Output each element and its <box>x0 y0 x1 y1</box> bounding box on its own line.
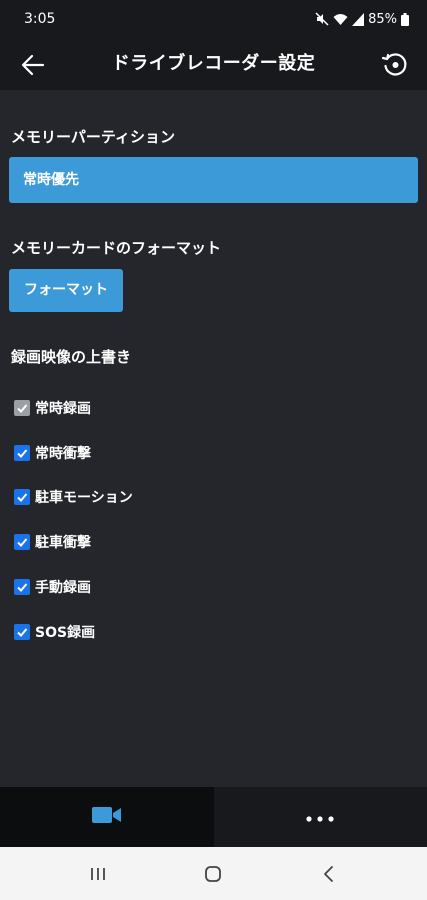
battery-icon <box>401 12 409 26</box>
overwrite-option-sos[interactable]: SOS録画 <box>14 622 95 642</box>
app-bar: ドライブレコーダー設定 <box>0 38 427 90</box>
overwrite-option-continuous[interactable]: 常時録画 <box>14 398 91 418</box>
checkbox-checked-icon[interactable] <box>14 445 30 461</box>
memory-partition-select[interactable]: 常時優先 <box>9 157 418 203</box>
video-camera-icon <box>91 805 122 829</box>
more-horizontal-icon <box>305 808 335 827</box>
overwrite-option-continuous-impact[interactable]: 常時衝撃 <box>14 443 91 463</box>
overwrite-option-label: SOS録画 <box>35 625 96 641</box>
checkbox-checked-icon[interactable] <box>14 534 30 550</box>
status-bar: 3:05 85% <box>0 0 427 38</box>
overwrite-option-label: 駐車モーション <box>35 490 133 506</box>
overwrite-title: 録画映像の上書き <box>11 348 132 366</box>
wifi-icon <box>333 13 348 26</box>
overwrite-option-label: 常時衝撃 <box>35 446 91 462</box>
recent-apps-icon[interactable] <box>68 854 128 894</box>
overwrite-option-parking-motion[interactable]: 駐車モーション <box>14 487 133 507</box>
signal-icon <box>352 12 365 26</box>
status-time: 3:05 <box>24 11 56 27</box>
checkbox-checked-icon[interactable] <box>14 624 30 640</box>
system-nav-bar <box>0 847 427 900</box>
home-icon[interactable] <box>183 854 243 894</box>
overwrite-option-manual[interactable]: 手動録画 <box>14 577 91 597</box>
checkbox-checked-icon[interactable] <box>14 579 30 595</box>
tab-recorder[interactable] <box>0 787 214 847</box>
mute-icon <box>315 12 329 26</box>
format-button[interactable]: フォーマット <box>9 269 123 312</box>
overwrite-option-label: 手動録画 <box>35 580 91 596</box>
checkbox-checked-icon[interactable] <box>14 489 30 505</box>
arrow-left-icon[interactable] <box>20 52 46 78</box>
checkbox-checked-icon[interactable] <box>14 400 30 416</box>
bottom-nav <box>0 787 427 847</box>
back-icon[interactable] <box>299 854 359 894</box>
memory-format-title: メモリーカードのフォーマット <box>11 239 222 257</box>
overwrite-option-label: 常時録画 <box>35 401 91 417</box>
memory-partition-title: メモリーパーティション <box>11 128 175 146</box>
battery-level: 85% <box>368 11 397 27</box>
page-title: ドライブレコーダー設定 <box>111 53 316 74</box>
restore-icon[interactable] <box>381 51 409 79</box>
overwrite-option-label: 駐車衝撃 <box>35 535 91 551</box>
status-icons: 85% <box>315 12 409 27</box>
tab-more[interactable] <box>214 787 427 847</box>
overwrite-option-parking-impact[interactable]: 駐車衝撃 <box>14 532 91 552</box>
